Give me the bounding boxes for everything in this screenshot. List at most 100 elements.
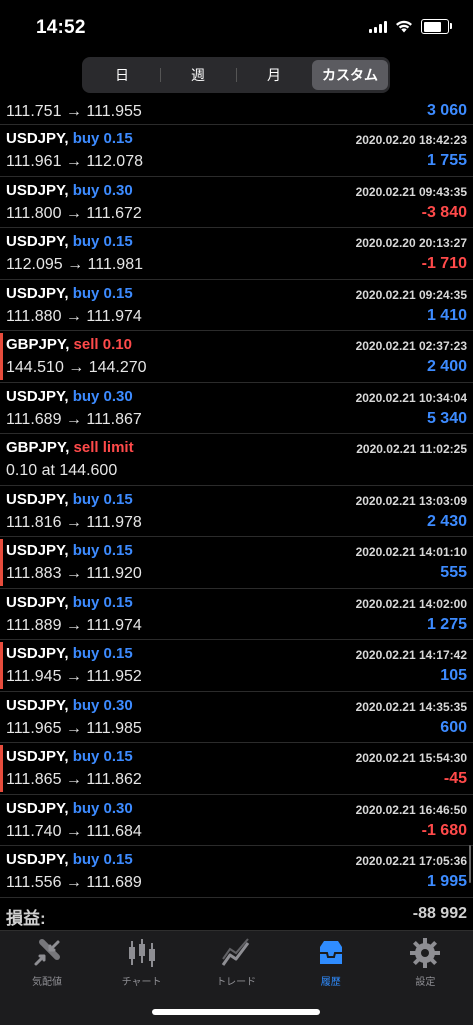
battery-icon	[421, 19, 452, 34]
deal-title: USDJPY, buy 0.15	[6, 491, 133, 508]
deal-side: sell 0.10	[73, 336, 132, 353]
segment-0[interactable]: 日	[84, 60, 160, 90]
symbol: USDJPY,	[6, 181, 69, 199]
deal-title: USDJPY, buy 0.30	[6, 388, 133, 405]
profit-value: 555	[440, 564, 467, 581]
deal-side: buy 0.15	[72, 130, 133, 147]
deal-title: USDJPY, buy 0.15	[6, 594, 133, 611]
price-range: 144.510 → 144.270	[6, 359, 147, 376]
tab-history[interactable]: 履歴	[284, 937, 378, 988]
deal-time: 2020.02.21 02:37:23	[355, 339, 467, 353]
price-range: 111.751 → 111.955	[6, 103, 142, 120]
segment-1[interactable]: 週	[160, 60, 236, 90]
history-row[interactable]: USDJPY, buy 0.30 2020.02.21 09:43:35 111.8…	[0, 177, 473, 228]
deal-time: 2020.02.21 13:03:09	[355, 493, 467, 508]
deal-time: 2020.02.21 11:02:25	[356, 442, 467, 456]
deal-title: USDJPY, buy 0.15	[6, 748, 133, 765]
history-row[interactable]: USDJPY, buy 0.15 2020.02.20 20:13:27 112.0…	[0, 228, 473, 280]
profit-value: -1 710	[421, 255, 467, 272]
deal-side: buy 0.30	[72, 799, 133, 817]
deal-time: 2020.02.21 16:46:50	[355, 802, 467, 817]
history-row[interactable]: USDJPY, buy 0.30 2020.02.21 14:35:35 111.9…	[0, 692, 473, 743]
status-icons	[369, 19, 452, 34]
symbol: USDJPY,	[6, 233, 69, 250]
status-bar: 14:52	[0, 0, 473, 56]
history-row[interactable]: USDJPY, buy 0.15 2020.02.21 14:17:42 111.9…	[0, 640, 473, 692]
symbol: USDJPY,	[6, 799, 69, 817]
history-row[interactable]: USDJPY, buy 0.15 2020.02.21 14:01:10 111.8…	[0, 537, 473, 589]
symbol: GBPJPY,	[6, 439, 70, 456]
symbol: USDJPY,	[6, 645, 69, 662]
price-range: 111.865 → 111.862	[6, 771, 142, 788]
price-range: 111.880 → 111.974	[6, 307, 142, 325]
tab-quotes[interactable]: 気配値	[0, 937, 94, 988]
history-row-partial[interactable]: 111.751 → 111.955 3 060	[0, 101, 473, 125]
deal-side: buy 0.15	[72, 284, 133, 302]
deal-side: buy 0.15	[72, 490, 133, 508]
history-row[interactable]: USDJPY, buy 0.15 2020.02.21 14:02:00 111.8…	[0, 589, 473, 640]
profit-value: 1 410	[426, 306, 467, 324]
deal-title: GBPJPY, sell limit	[6, 439, 134, 456]
tab-label: チャート	[121, 977, 162, 988]
wifi-icon	[396, 20, 412, 33]
deal-time: 2020.02.21 14:02:00	[355, 596, 467, 611]
history-row[interactable]: USDJPY, buy 0.15 2020.02.21 13:03:09 111.8…	[0, 486, 473, 537]
marker-bar	[0, 745, 3, 792]
tab-label: トレード	[216, 977, 257, 988]
profit-value: 1 755	[426, 152, 467, 169]
deal-title: USDJPY, buy 0.15	[6, 645, 133, 662]
deal-time: 2020.02.21 14:01:10	[355, 545, 467, 559]
deal-time: 2020.02.21 14:35:35	[355, 699, 467, 714]
history-row[interactable]: GBPJPY, sell 0.10 2020.02.21 02:37:23 144.…	[0, 331, 473, 383]
tab-label: 気配値	[32, 977, 62, 988]
tab-chart[interactable]: チャート	[95, 937, 189, 988]
deal-time: 2020.02.21 10:34:04	[355, 390, 467, 405]
deal-time: 2020.02.21 14:17:42	[355, 648, 467, 662]
history-row[interactable]: USDJPY, buy 0.30 2020.02.21 16:46:50 111.7…	[0, 795, 473, 846]
deal-side: buy 0.30	[72, 696, 133, 714]
symbol: USDJPY,	[6, 593, 69, 611]
segment-3[interactable]: カスタム	[312, 60, 388, 90]
profit-value: 105	[440, 667, 467, 684]
history-row[interactable]: GBPJPY, sell limit 2020.02.21 11:02:25 0.1…	[0, 434, 473, 486]
history-row[interactable]: USDJPY, buy 0.15 2020.02.21 15:54:30 111.8…	[0, 743, 473, 795]
history-row[interactable]: USDJPY, buy 0.30 2020.02.21 10:34:04 111.6…	[0, 383, 473, 434]
symbol: GBPJPY,	[6, 336, 70, 353]
tab-trade[interactable]: トレード	[189, 937, 283, 988]
profit-value: 2 430	[426, 512, 467, 530]
home-indicator	[152, 1009, 320, 1015]
price-range: 111.816 → 111.978	[6, 513, 142, 531]
symbol: USDJPY,	[6, 696, 69, 714]
deal-side: buy 0.15	[72, 645, 133, 662]
history-row[interactable]: USDJPY, buy 0.15 2020.02.21 17:05:36 111.5…	[0, 846, 473, 898]
period-segmented-control: 日週月カスタム	[82, 57, 390, 93]
history-row[interactable]: USDJPY, buy 0.15 2020.02.21 09:24:35 111.8…	[0, 280, 473, 331]
profit-value: 2 400	[426, 358, 467, 375]
history-row[interactable]: USDJPY, buy 0.15 2020.02.20 18:42:23 111.9…	[0, 125, 473, 177]
tab-settings[interactable]: 設定	[378, 937, 472, 988]
price-range: 111.689 → 111.867	[6, 410, 142, 428]
segment-2[interactable]: 月	[236, 60, 312, 90]
deal-side: buy 0.15	[72, 851, 133, 868]
symbol: USDJPY,	[6, 851, 69, 868]
chart-icon	[128, 939, 155, 967]
deal-time: 2020.02.20 20:13:27	[355, 236, 467, 250]
profit-value: -3 840	[421, 203, 467, 221]
trade-icon	[221, 938, 250, 966]
profit-value: 3 060	[426, 102, 467, 119]
quotes-icon	[34, 939, 60, 966]
status-time: 14:52	[36, 17, 86, 38]
price-range: 111.800 → 111.672	[6, 204, 142, 222]
deal-title: USDJPY, buy 0.15	[6, 285, 133, 302]
history-icon	[319, 941, 342, 964]
price-range: 0.10 at 144.600	[6, 462, 118, 479]
price-range: 111.945 → 111.952	[6, 668, 142, 685]
battery-fill	[423, 21, 441, 32]
tab-label: 設定	[415, 977, 436, 988]
deal-time: 2020.02.21 09:24:35	[355, 287, 467, 302]
total-value: -88 992	[412, 905, 467, 922]
price-range: 111.961 → 112.078	[6, 153, 143, 170]
price-range: 111.883 → 111.920	[6, 565, 142, 582]
profit-value: 1 275	[426, 615, 467, 633]
profit-value: 600	[440, 718, 467, 736]
